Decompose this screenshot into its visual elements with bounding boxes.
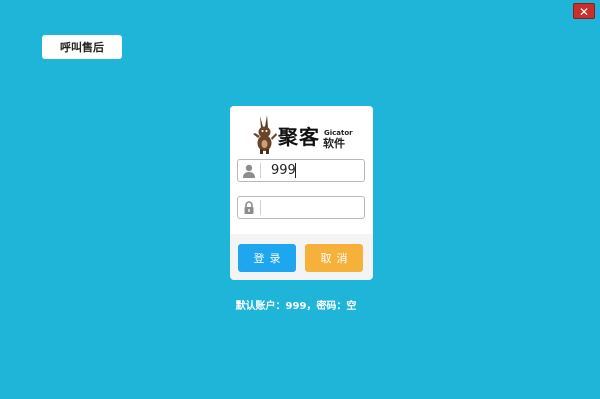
default-account-hint: 默认账户：999，密码：空: [235, 301, 357, 312]
password-separator: [260, 200, 261, 215]
username-separator: [260, 163, 261, 178]
rabbit-mascot-icon: [253, 115, 277, 154]
hotline-button[interactable]: 呼叫售后: [42, 35, 122, 59]
login-card: 聚客 Gicator 软件 999 登录 取消: [230, 106, 373, 280]
lock-icon: [244, 201, 254, 214]
brand-name-en: Gicator: [324, 129, 353, 137]
logo: 聚客 Gicator 软件: [252, 114, 362, 154]
close-button[interactable]: ✕: [573, 3, 595, 19]
text-cursor: [295, 163, 296, 178]
password-field[interactable]: [237, 196, 365, 219]
cancel-button[interactable]: 取消: [305, 244, 363, 272]
user-icon: [243, 164, 255, 178]
username-field[interactable]: 999: [237, 159, 365, 182]
username-value: 999: [271, 163, 296, 178]
brand-subtitle-cn: 软件: [323, 137, 345, 150]
login-button[interactable]: 登录: [238, 244, 296, 272]
brand-name-cn: 聚客: [278, 125, 320, 149]
